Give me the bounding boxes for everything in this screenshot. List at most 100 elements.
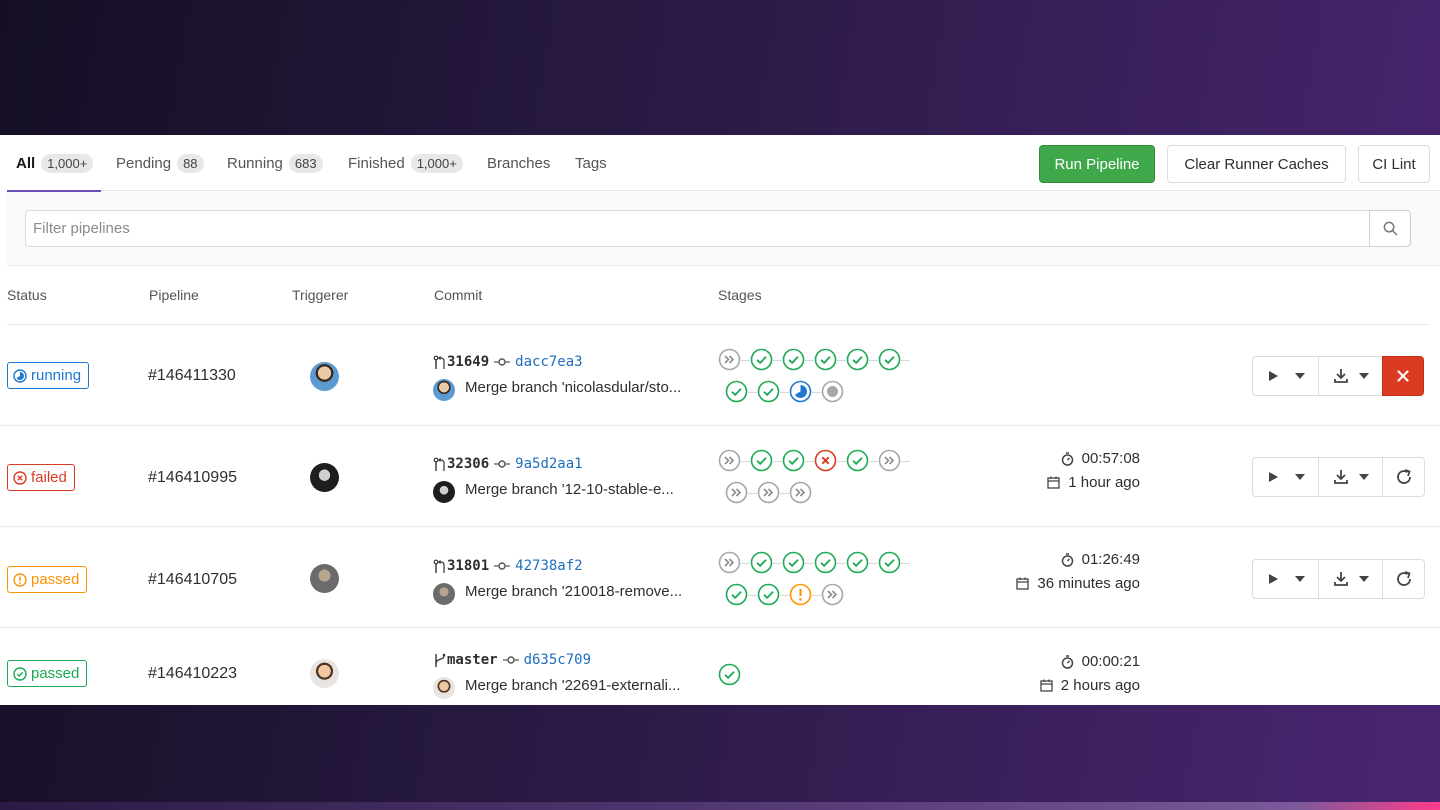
commit-author-avatar[interactable]: [433, 583, 455, 605]
stage-passed-icon[interactable]: [878, 551, 901, 574]
tab-tags[interactable]: Tags: [575, 135, 607, 191]
play-dropdown-button[interactable]: [1252, 356, 1319, 396]
pipeline-finished-time: 1 hour ago: [940, 474, 1140, 491]
avatar[interactable]: [310, 659, 339, 688]
commit-message[interactable]: Merge branch '12-10-stable-e...: [465, 481, 707, 498]
commit-message[interactable]: Merge branch '22691-externali...: [465, 677, 707, 694]
commit-sha[interactable]: d635c709: [524, 652, 591, 668]
stage-passed-icon[interactable]: [718, 663, 741, 686]
status-badge-passed-with-warnings[interactable]: passed: [7, 566, 88, 593]
tab-finished[interactable]: Finished 1,000+: [348, 135, 463, 191]
stage-skipped-icon[interactable]: [718, 449, 741, 472]
merge-request-icon: [433, 559, 445, 573]
column-header-triggerer: Triggerer: [292, 287, 349, 303]
stage-warning-icon[interactable]: [789, 583, 812, 606]
stage-passed-icon[interactable]: [750, 449, 773, 472]
stage-passed-icon[interactable]: [725, 380, 748, 403]
status-badge-running[interactable]: running: [7, 362, 90, 389]
stage-skipped-icon[interactable]: [821, 583, 844, 606]
stage-passed-icon[interactable]: [814, 348, 837, 371]
download-artifacts-button[interactable]: [1319, 457, 1383, 497]
tab-all[interactable]: All 1,000+: [6, 135, 102, 192]
download-icon: [1333, 470, 1348, 484]
filter-search-button[interactable]: [1369, 210, 1411, 247]
pipeline-id[interactable]: #146411330: [148, 367, 236, 385]
stage-skipped-icon[interactable]: [878, 449, 901, 472]
stage-skipped-icon[interactable]: [789, 481, 812, 504]
ref-name[interactable]: 31649: [447, 354, 489, 370]
column-header-stages: Stages: [718, 287, 762, 303]
stage-passed-icon[interactable]: [814, 551, 837, 574]
ref-name[interactable]: 31801: [447, 558, 489, 574]
stage-passed-icon[interactable]: [725, 583, 748, 606]
pipeline-id[interactable]: #146410223: [148, 665, 237, 683]
stage-skipped-icon[interactable]: [757, 481, 780, 504]
download-artifacts-button[interactable]: [1319, 559, 1383, 599]
commit-sha[interactable]: dacc7ea3: [515, 354, 582, 370]
retry-pipeline-button[interactable]: [1382, 559, 1425, 599]
tab-branches[interactable]: Branches: [487, 135, 550, 191]
stage-passed-icon[interactable]: [757, 583, 780, 606]
table-row: running #146411330 31649 dacc7ea3 Merge …: [0, 325, 1440, 426]
stage-skipped-icon[interactable]: [725, 481, 748, 504]
commit-message[interactable]: Merge branch '210018-remove...: [465, 583, 707, 600]
run-pipeline-button[interactable]: Run Pipeline: [1039, 145, 1155, 183]
stage-passed-icon[interactable]: [782, 348, 805, 371]
avatar[interactable]: [310, 362, 339, 391]
ci-lint-button[interactable]: CI Lint: [1358, 145, 1430, 183]
pipeline-duration: 00:57:08: [940, 450, 1140, 467]
status-badge-failed[interactable]: failed: [7, 464, 75, 491]
tab-pending[interactable]: Pending 88: [116, 135, 204, 191]
retry-icon: [1396, 469, 1411, 484]
cancel-pipeline-button[interactable]: [1382, 356, 1424, 396]
stage-skipped-icon[interactable]: [718, 348, 741, 371]
stage-created-icon[interactable]: [821, 380, 844, 403]
status-badge-passed[interactable]: passed: [7, 660, 88, 687]
column-header-status: Status: [7, 287, 47, 303]
stage-passed-icon[interactable]: [846, 449, 869, 472]
status-failed-icon: [13, 470, 27, 485]
stage-passed-icon[interactable]: [750, 551, 773, 574]
avatar[interactable]: [310, 564, 339, 593]
commit-sha[interactable]: 42738af2: [515, 558, 582, 574]
duration-text: 00:00:21: [1081, 653, 1140, 670]
stage-passed-icon[interactable]: [782, 551, 805, 574]
commit-ref: 32306 9a5d2aa1: [433, 456, 583, 472]
merge-request-icon: [433, 457, 445, 471]
avatar[interactable]: [310, 463, 339, 492]
ref-name[interactable]: master: [447, 652, 498, 668]
play-dropdown-button[interactable]: [1252, 457, 1319, 497]
stage-passed-icon[interactable]: [750, 348, 773, 371]
filter-pipelines-input[interactable]: Filter pipelines: [25, 210, 1370, 247]
tab-count: 1,000+: [41, 153, 94, 173]
download-icon: [1333, 369, 1348, 383]
play-dropdown-button[interactable]: [1252, 559, 1319, 599]
tab-label: Pending: [116, 154, 172, 172]
commit-author-avatar[interactable]: [433, 481, 455, 503]
commit-author-avatar[interactable]: [433, 379, 455, 401]
stage-skipped-icon[interactable]: [718, 551, 741, 574]
stage-passed-icon[interactable]: [878, 348, 901, 371]
stage-passed-icon[interactable]: [846, 348, 869, 371]
commit-ref: master d635c709: [433, 652, 591, 668]
clear-runner-caches-button[interactable]: Clear Runner Caches: [1167, 145, 1346, 183]
table-row: failed #146410995 32306 9a5d2aa1 Merge b…: [0, 426, 1440, 527]
commit-message[interactable]: Merge branch 'nicolasdular/sto...: [465, 379, 707, 396]
pipeline-id[interactable]: #146410995: [148, 469, 237, 487]
commit-sha[interactable]: 9a5d2aa1: [515, 456, 582, 472]
tab-running[interactable]: Running 683: [227, 135, 323, 191]
stage-running-icon[interactable]: [789, 380, 812, 403]
stage-passed-icon[interactable]: [782, 449, 805, 472]
retry-icon: [1396, 571, 1411, 586]
ref-name[interactable]: 32306: [447, 456, 489, 472]
commit-author-avatar[interactable]: [433, 677, 455, 699]
stage-failed-icon[interactable]: [814, 449, 837, 472]
pipeline-id[interactable]: #146410705: [148, 571, 237, 589]
tab-count: 88: [177, 153, 204, 173]
stage-passed-icon[interactable]: [846, 551, 869, 574]
finished-text: 1 hour ago: [1068, 474, 1140, 491]
status-label: passed: [31, 571, 80, 588]
retry-pipeline-button[interactable]: [1382, 457, 1425, 497]
download-artifacts-button[interactable]: [1319, 356, 1383, 396]
stage-passed-icon[interactable]: [757, 380, 780, 403]
